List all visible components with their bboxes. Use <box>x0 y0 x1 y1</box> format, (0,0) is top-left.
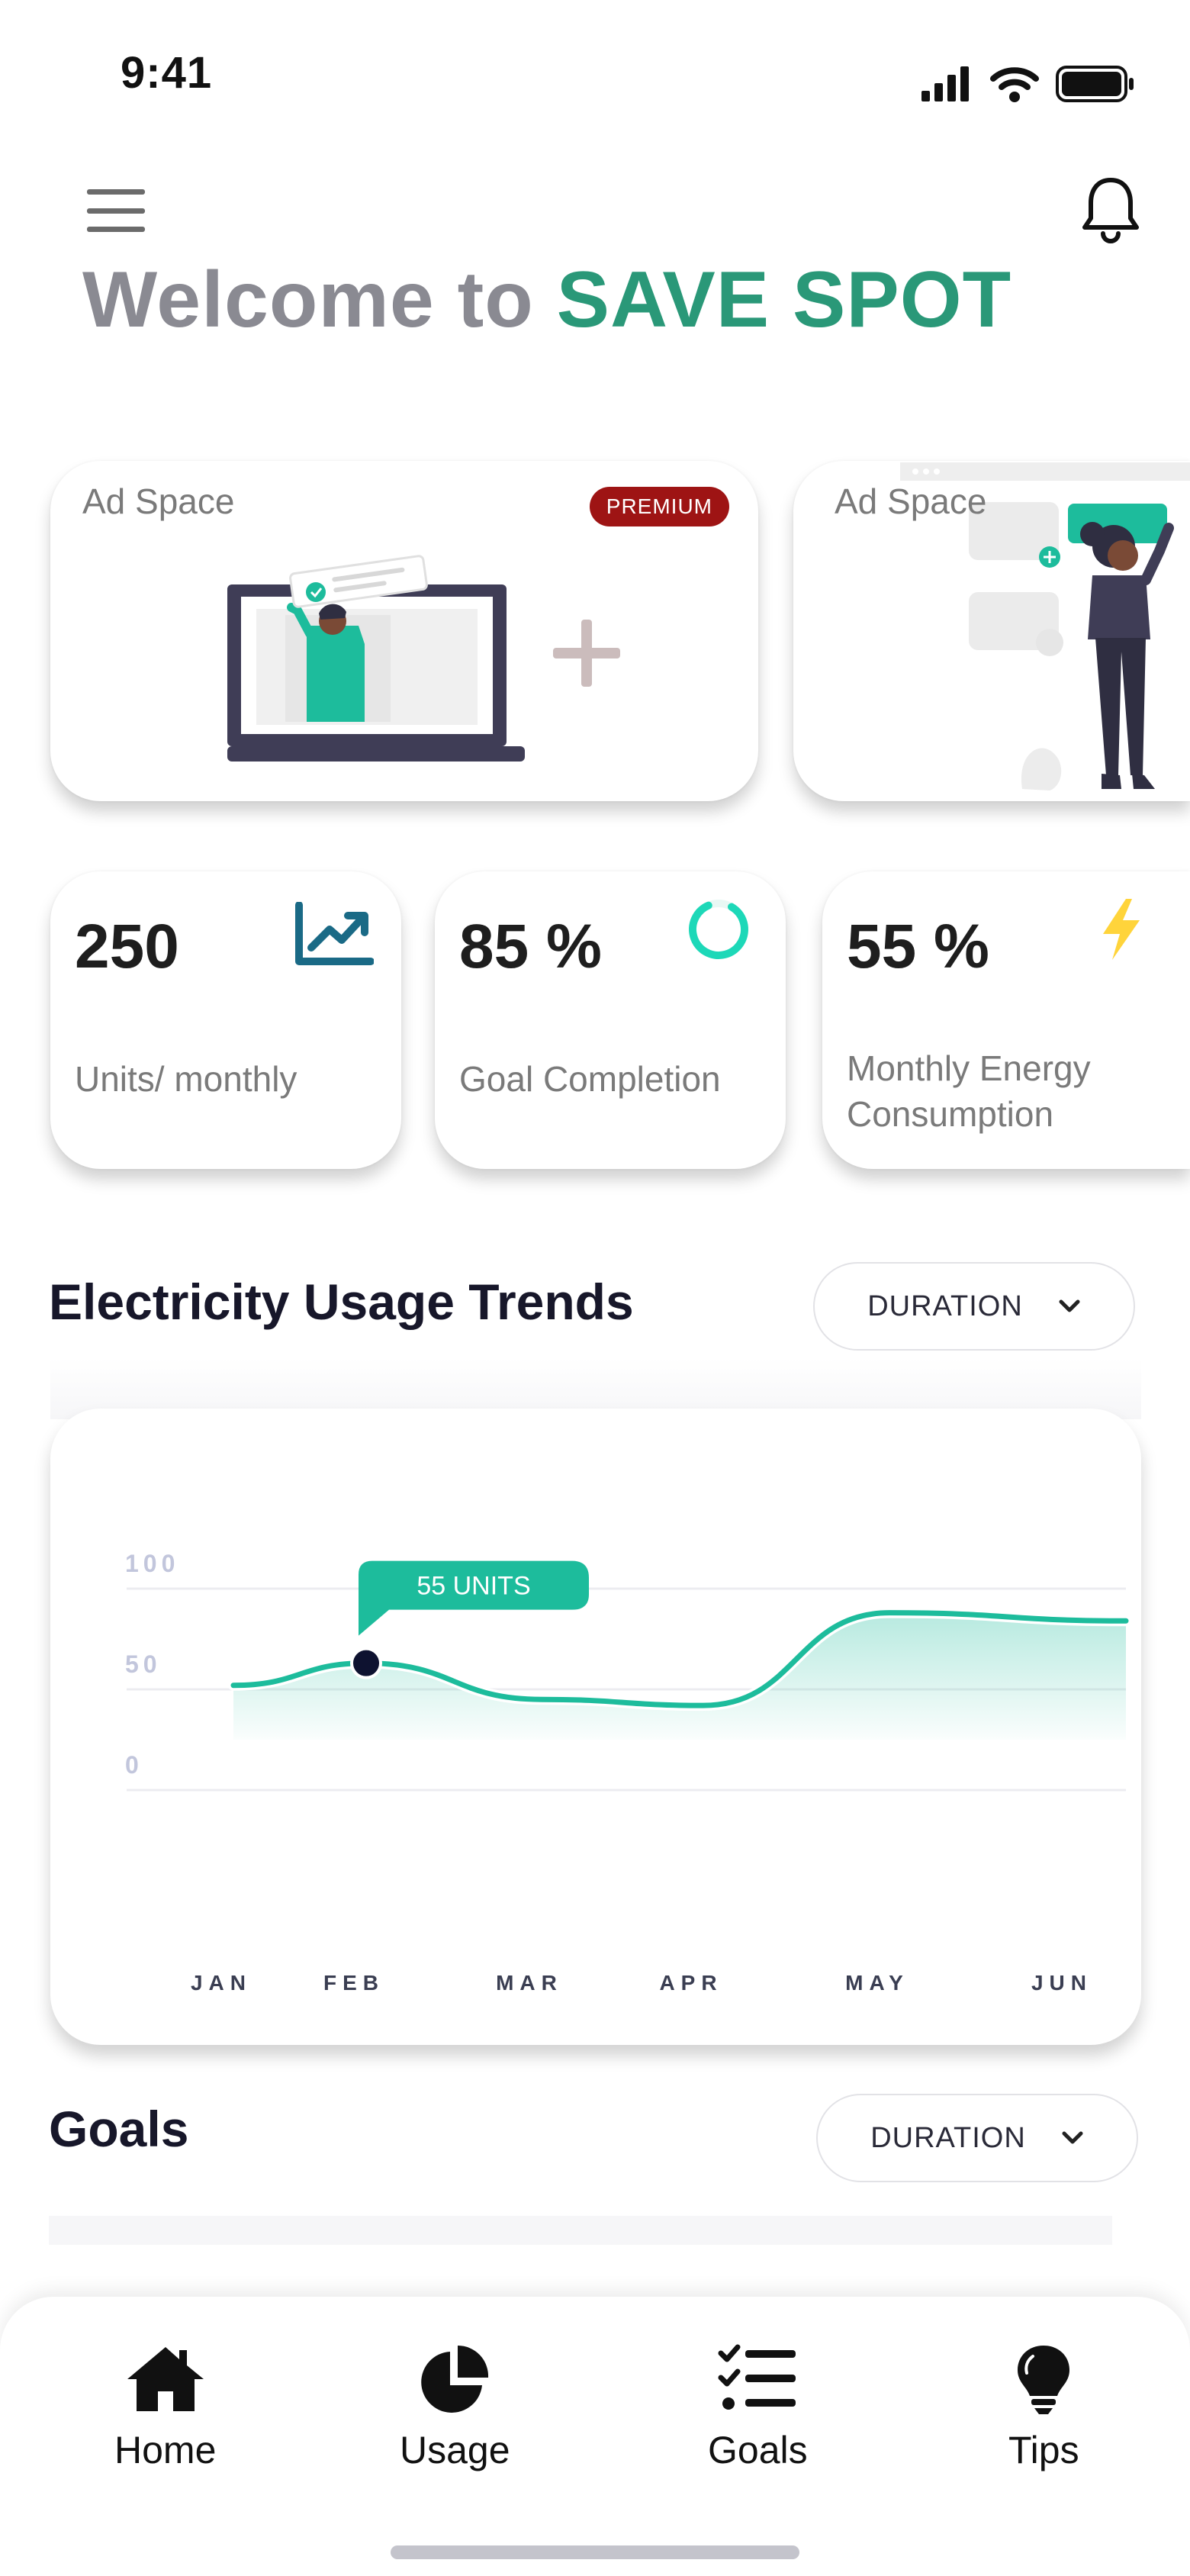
goals-content-placeholder <box>49 2216 1112 2245</box>
ad-card[interactable]: Ad Space <box>793 461 1190 801</box>
stat-card-goal-completion[interactable]: 85 % Goal Completion <box>435 871 786 1169</box>
signal-icon <box>921 66 969 101</box>
status-icons <box>920 64 1135 104</box>
lightbulb-icon <box>1018 2346 1070 2414</box>
stat-label: Units/ monthly <box>75 1059 298 1099</box>
trend-up-icon <box>295 902 374 965</box>
usage-chart: 100 50 0 JAN FEB MAR APR MAY JUN 55 UNITS <box>125 1550 1131 1995</box>
data-point <box>350 1647 382 1679</box>
y-tick-label: 100 <box>125 1550 179 1577</box>
duration-label: DURATION <box>867 1290 1023 1322</box>
stat-label: Goal Completion <box>459 1059 721 1099</box>
stat-card-units[interactable]: 250 Units/ monthly <box>50 871 401 1169</box>
duration-label: DURATION <box>870 2121 1026 2154</box>
ad-card-premium[interactable]: Ad Space PREMIUM <box>50 461 758 801</box>
usage-chart-card: 100 50 0 JAN FEB MAR APR MAY JUN 55 UNITS <box>50 1409 1141 2045</box>
y-tick-label: 0 <box>125 1751 143 1779</box>
stat-value: 250 <box>75 912 179 981</box>
nav-home[interactable]: Home <box>114 2343 216 2472</box>
bell-icon[interactable] <box>1079 174 1143 247</box>
chevron-down-icon <box>1062 2131 1083 2144</box>
pie-chart-icon <box>421 2346 489 2413</box>
home-icon <box>127 2347 204 2411</box>
nav-goals[interactable]: Goals <box>708 2343 808 2472</box>
brand-name: SAVE SPOT <box>556 256 1012 344</box>
usage-section-title: Electricity Usage Trends <box>49 1274 634 1330</box>
usage-duration-dropdown[interactable]: DURATION <box>813 1262 1135 1351</box>
x-tick-label: JAN <box>191 1971 252 1995</box>
status-time: 9:41 <box>121 48 213 98</box>
battery-icon <box>1056 66 1134 102</box>
nav-label: Goals <box>708 2429 808 2471</box>
lightning-icon <box>1103 899 1140 960</box>
ad-label: Ad Space <box>82 481 235 521</box>
bottom-nav: Home Usage Goals Tips <box>0 2297 1190 2576</box>
y-tick-label: 50 <box>125 1650 162 1678</box>
x-tick-label: FEB <box>323 1971 384 1995</box>
wifi-icon <box>990 67 1039 102</box>
nav-label: Home <box>114 2429 217 2471</box>
stat-value: 85 % <box>459 912 602 981</box>
premium-badge: PREMIUM <box>589 487 729 526</box>
x-tick-label: MAY <box>845 1971 909 1995</box>
menu-icon[interactable] <box>87 189 145 232</box>
stat-value: 55 % <box>847 912 989 981</box>
x-tick-label: MAR <box>496 1971 563 1995</box>
checklist-icon <box>718 2344 796 2410</box>
stat-card-energy-consumption[interactable]: 55 % Monthly Energy Consumption <box>822 871 1190 1169</box>
x-tick-label: APR <box>659 1971 722 1995</box>
goals-section-title: Goals <box>49 2101 189 2157</box>
welcome-title: Welcome to SAVE SPOT <box>82 255 1011 346</box>
welcome-prefix: Welcome to <box>82 256 557 344</box>
chevron-down-icon <box>1059 1299 1080 1312</box>
tooltip-label: 55 UNITS <box>416 1572 530 1601</box>
nav-tips[interactable]: Tips <box>1008 2343 1079 2472</box>
stat-label: Monthly Energy Consumption <box>847 1048 1091 1134</box>
goals-duration-dropdown[interactable]: DURATION <box>816 2094 1138 2182</box>
ad-illustration-laptop <box>227 555 620 762</box>
nav-usage[interactable]: Usage <box>400 2343 510 2472</box>
x-tick-label: JUN <box>1031 1971 1092 1995</box>
progress-ring-icon <box>689 899 748 959</box>
nav-label: Tips <box>1008 2429 1079 2471</box>
home-indicator[interactable] <box>391 2545 799 2559</box>
nav-label: Usage <box>400 2429 510 2471</box>
ad-label: Ad Space <box>835 481 987 521</box>
